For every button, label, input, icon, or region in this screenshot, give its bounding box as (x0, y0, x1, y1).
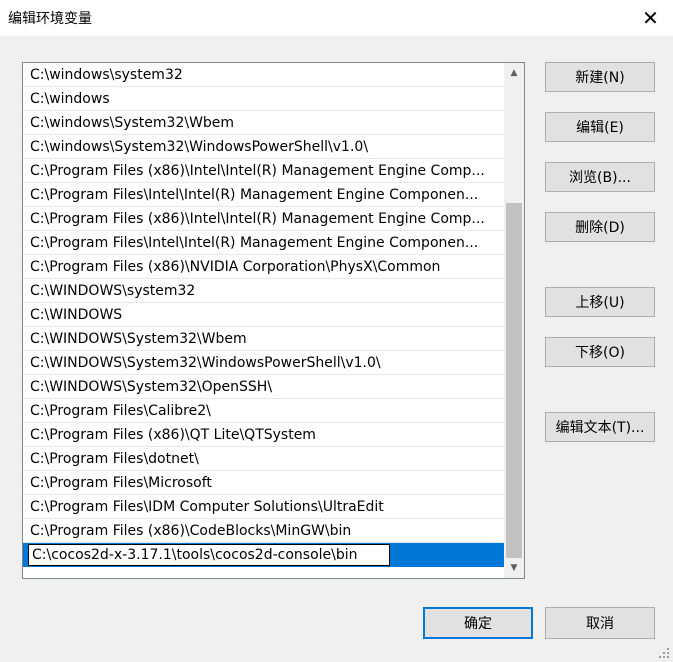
path-list-rows: C:\windows\system32 C:\windows C:\windows\… (23, 63, 504, 567)
list-item[interactable]: C:\windows\system32 (23, 63, 504, 87)
list-item[interactable]: C:\Program Files\Intel\Intel(R) Manageme… (23, 231, 504, 255)
list-item[interactable]: C:\windows\System32\WindowsPowerShell\v1… (23, 135, 504, 159)
scroll-up-button[interactable]: ▲ (504, 63, 524, 83)
path-list[interactable]: C:\windows\system32 C:\windows C:\windows\… (22, 62, 525, 579)
chevron-down-icon: ▼ (510, 563, 518, 573)
list-item[interactable]: C:\Program Files (x86)\Intel\Intel(R) Ma… (23, 207, 504, 231)
list-item[interactable]: C:\WINDOWS\System32\OpenSSH\ (23, 375, 504, 399)
edit-button[interactable]: 编辑(E) (545, 112, 655, 142)
path-edit-field[interactable] (28, 544, 390, 566)
ok-button[interactable]: 确定 (423, 607, 533, 639)
list-item[interactable]: C:\WINDOWS\system32 (23, 279, 504, 303)
title-bar: 编辑环境变量 ✕ (0, 0, 673, 36)
list-item[interactable]: C:\Program Files (x86)\QT Lite\QTSystem (23, 423, 504, 447)
delete-button[interactable]: 删除(D) (545, 212, 655, 242)
list-item[interactable]: C:\WINDOWS\System32\WindowsPowerShell\v1… (23, 351, 504, 375)
list-item[interactable]: C:\windows\System32\Wbem (23, 111, 504, 135)
close-button[interactable]: ✕ (628, 0, 673, 36)
list-item[interactable]: C:\WINDOWS (23, 303, 504, 327)
list-item-editing[interactable] (23, 543, 504, 567)
scroll-down-button[interactable]: ▼ (504, 558, 524, 578)
list-item[interactable]: C:\Program Files\Calibre2\ (23, 399, 504, 423)
list-item[interactable]: C:\windows (23, 87, 504, 111)
scroll-thumb[interactable] (506, 203, 522, 558)
window-title: 编辑环境变量 (8, 11, 92, 27)
list-item[interactable]: C:\Program Files\dotnet\ (23, 447, 504, 471)
edit-text-button[interactable]: 编辑文本(T)... (545, 412, 655, 442)
vertical-scrollbar[interactable]: ▲ ▼ (504, 63, 524, 578)
list-item[interactable]: C:\Program Files\Microsoft (23, 471, 504, 495)
list-item[interactable]: C:\Program Files (x86)\Intel\Intel(R) Ma… (23, 159, 504, 183)
list-item[interactable]: C:\WINDOWS\System32\Wbem (23, 327, 504, 351)
move-down-button[interactable]: 下移(O) (545, 337, 655, 367)
list-item[interactable]: C:\Program Files\Intel\Intel(R) Manageme… (23, 183, 504, 207)
list-item[interactable]: C:\Program Files (x86)\NVIDIA Corporatio… (23, 255, 504, 279)
chevron-up-icon: ▲ (510, 68, 518, 78)
browse-button[interactable]: 浏览(B)... (545, 162, 655, 192)
resize-grip-icon[interactable] (655, 644, 671, 660)
cancel-button[interactable]: 取消 (545, 607, 655, 639)
new-button[interactable]: 新建(N) (545, 62, 655, 92)
list-item[interactable]: C:\Program Files (x86)\CodeBlocks\MinGW\… (23, 519, 504, 543)
close-icon: ✕ (642, 6, 659, 30)
list-item[interactable]: C:\Program Files\IDM Computer Solutions\… (23, 495, 504, 519)
move-up-button[interactable]: 上移(U) (545, 287, 655, 317)
